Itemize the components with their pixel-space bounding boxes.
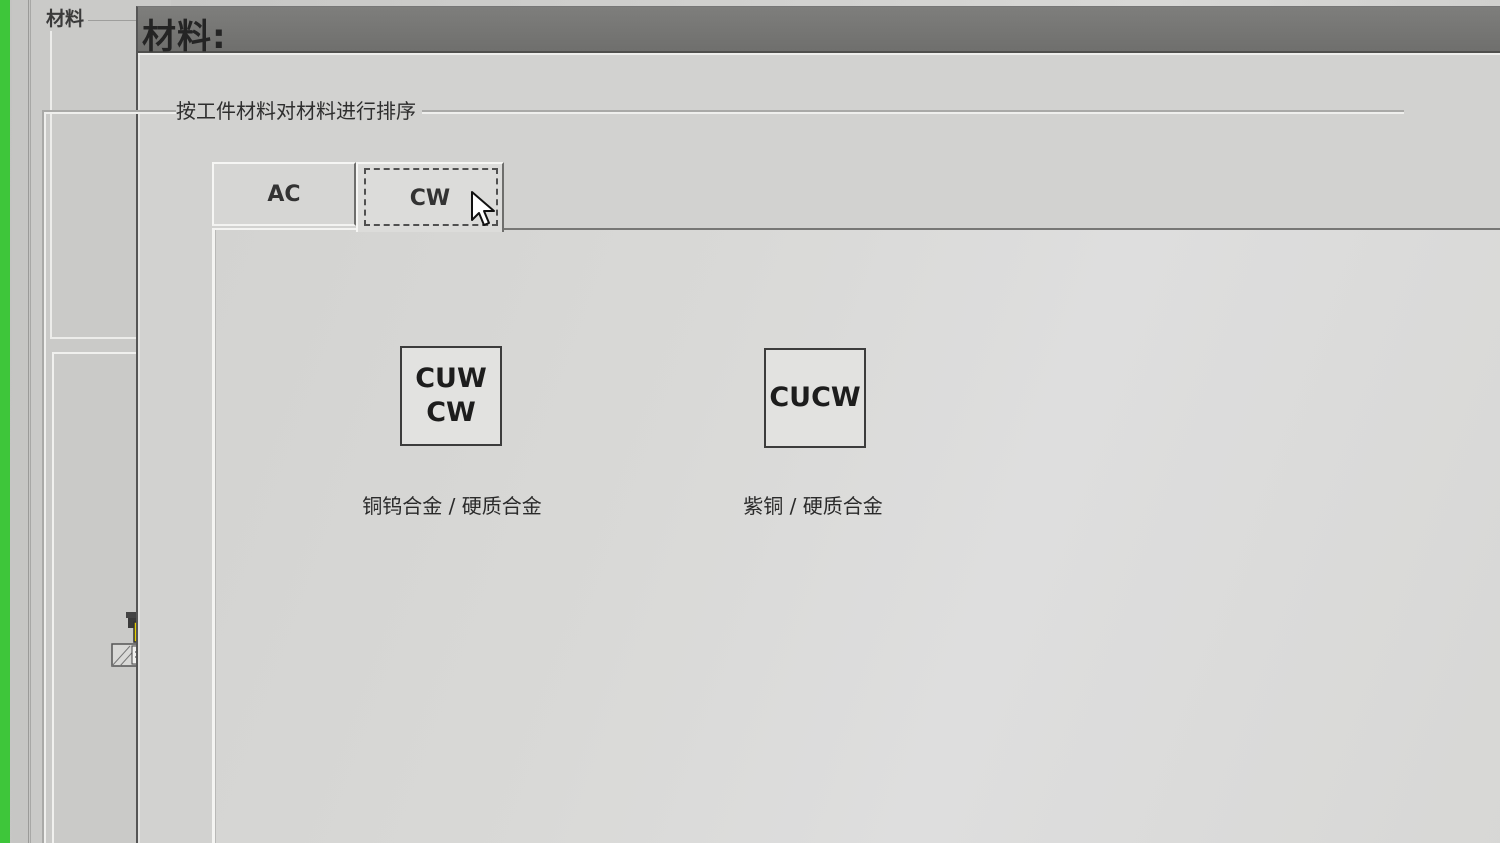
tab-ac[interactable]: AC — [212, 162, 356, 226]
tab-ac-label: AC — [267, 181, 301, 207]
dialog-title: 材料: — [142, 17, 227, 57]
background-window-title: 材料 — [42, 4, 89, 31]
tab-cw-label: CW — [409, 185, 451, 211]
dialog-titlebar[interactable]: 材料: — [138, 7, 1500, 57]
tab-panel-top-edge — [504, 228, 1500, 230]
material-button-cucw[interactable]: CUCW — [764, 348, 866, 448]
screen: 材料 材料: 按工件材料对材料进行排序 AC CW CUW CW 铜钨合金 / … — [0, 0, 1500, 843]
mouse-pointer-icon — [471, 191, 495, 226]
sort-group-label: 按工件材料对材料进行排序 — [176, 95, 422, 124]
title-divider — [138, 53, 1500, 55]
left-frame-edge — [12, 0, 29, 843]
material-button-line1: CUW — [415, 363, 487, 394]
tab-content-panel — [212, 228, 1500, 843]
green-accent-strip — [0, 0, 10, 843]
material-button-line1: CUCW — [769, 382, 861, 413]
material-caption-cucw: 紫铜 / 硬质合金 — [743, 494, 883, 518]
material-caption-cuw-cw: 铜钨合金 / 硬质合金 — [362, 494, 542, 518]
material-button-cuw-cw[interactable]: CUW CW — [400, 346, 502, 446]
material-button-line2: CW — [426, 397, 476, 428]
